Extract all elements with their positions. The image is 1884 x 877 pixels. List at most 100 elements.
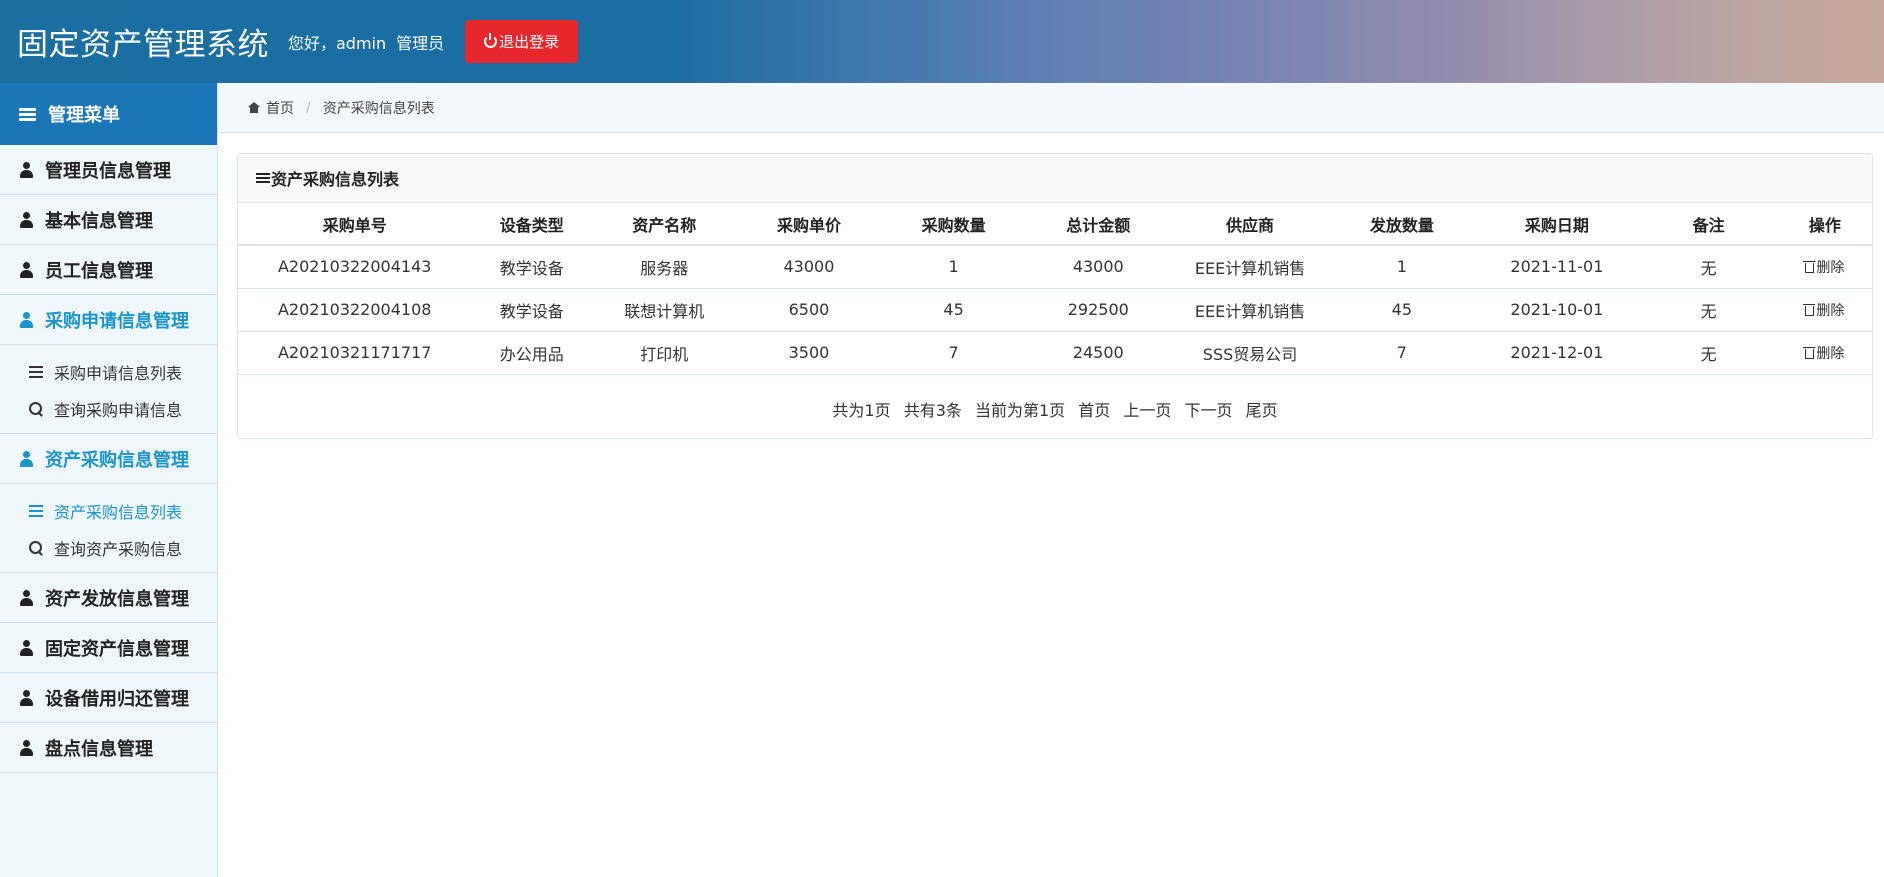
table-cell: 43000 [736,245,882,289]
pager-next-link[interactable]: 下一页 [1184,401,1232,420]
table-cell: 7 [1329,331,1475,375]
menu-header: 管理菜单 [0,83,217,145]
menu-title: 管理菜单 [48,105,120,126]
table-cell: 打印机 [591,331,737,375]
sidebar-item-asset-issue[interactable]: 资产发放信息管理 [0,573,217,623]
logout-label: 退出登录 [499,33,560,51]
home-icon [248,102,260,113]
table-cell: 45 [1329,288,1475,332]
table-cell: 1 [1329,245,1475,289]
pagination: 共为1页 共有3条 当前为第1页 首页 上一页 下一页 尾页 [238,397,1872,421]
table-cell: EEE计算机销售 [1170,245,1330,289]
submenu-item-purchase-list[interactable]: 资产采购信息列表 [0,492,217,529]
table-cell: 教学设备 [471,288,592,332]
column-header: 总计金额 [1025,203,1171,246]
table-cell: 24500 [1025,331,1171,375]
list-icon [29,504,43,517]
pager-current-page: 当前为第1页 [974,400,1066,420]
table-cell: 教学设备 [471,245,592,289]
table-cell: 45 [881,288,1026,332]
delete-button[interactable]: 删除 [1803,302,1845,319]
delete-label: 删除 [1816,345,1845,362]
sidebar-item-inventory[interactable]: 盘点信息管理 [0,723,217,773]
breadcrumb: 首页 / 资产采购信息列表 [218,83,1884,133]
column-header: 操作 [1777,203,1872,246]
trash-icon [1803,303,1816,316]
column-header: 采购单号 [238,203,472,246]
sidebar-item-label: 采购申请信息管理 [45,310,189,332]
sidebar-item-label: 设备借用归还管理 [45,688,189,710]
sidebar-item-purchase-request[interactable]: 采购申请信息管理 [0,295,217,345]
action-cell: 删除 [1777,245,1872,289]
user-role: 管理员 [396,33,445,53]
table-cell: 6500 [736,288,882,332]
app-title: 固定资产管理系统 [17,27,269,63]
breadcrumb-separator: / [306,99,311,116]
table-cell: 2021-10-01 [1474,288,1640,332]
submenu-item-label: 查询采购申请信息 [54,400,183,420]
submenu-item-request-search[interactable]: 查询采购申请信息 [0,390,217,427]
user-icon [20,161,33,178]
table-header-row: 采购单号 设备类型 资产名称 采购单价 采购数量 总计金额 供应商 发放数量 采… [238,203,1872,246]
submenu-item-label: 资产采购信息列表 [54,502,183,522]
logout-button[interactable]: 退出登录 [465,20,579,63]
list-icon [29,365,43,378]
pager-last-link[interactable]: 尾页 [1246,401,1278,420]
table-cell: 无 [1639,288,1778,332]
table-cell: 2021-12-01 [1474,331,1640,375]
submenu-item-label: 查询资产采购信息 [54,539,183,559]
user-greeting: 您好，admin 管理员 [288,30,444,54]
column-header: 采购数量 [881,203,1026,246]
table-cell: SSS贸易公司 [1170,331,1330,375]
table-cell: 无 [1639,245,1778,289]
table-cell: 292500 [1025,288,1171,332]
submenu-asset-purchase: 资产采购信息列表 查询资产采购信息 [0,484,217,573]
pager-first-link[interactable]: 首页 [1078,401,1110,420]
list-icon [256,172,270,184]
sidebar-item-employee[interactable]: 员工信息管理 [0,245,217,295]
sidebar-item-label: 固定资产信息管理 [45,638,189,660]
user-icon [20,739,33,756]
table-cell: 3500 [736,331,882,375]
purchase-list-panel: 资产采购信息列表 采购单号 设备类型 资产名称 采购单价 采购数量 总计金额 供… [237,153,1873,439]
sidebar-item-asset-purchase[interactable]: 资产采购信息管理 [0,434,217,484]
delete-label: 删除 [1816,302,1845,319]
sidebar: 管理菜单 管理员信息管理 基本信息管理 员工信息管理 采购申请信息管理 采购申请… [0,83,218,877]
user-icon [20,450,33,467]
table-cell: A20210321171717 [238,331,472,375]
sidebar-item-label: 管理员信息管理 [45,160,171,182]
user-icon [20,689,33,706]
breadcrumb-home[interactable]: 首页 [266,98,294,118]
table-cell: 办公用品 [471,331,592,375]
table-row: A20210322004143 教学设备 服务器 43000 1 43000 E… [238,245,1872,289]
table-cell: 7 [881,331,1026,375]
delete-button[interactable]: 删除 [1803,260,1844,276]
purchase-table: 采购单号 设备类型 资产名称 采购单价 采购数量 总计金额 供应商 发放数量 采… [238,203,1872,375]
sidebar-item-admin[interactable]: 管理员信息管理 [0,145,217,195]
sidebar-item-basic-info[interactable]: 基本信息管理 [0,195,217,245]
sidebar-item-fixed-asset[interactable]: 固定资产信息管理 [0,623,217,673]
search-icon [29,401,43,415]
pager-prev-link[interactable]: 上一页 [1123,401,1171,420]
search-icon [29,540,43,554]
user-icon [20,589,33,606]
greeting-text: 您好，admin [288,33,387,53]
table-cell: EEE计算机销售 [1170,288,1330,332]
panel-heading: 资产采购信息列表 [238,154,1872,203]
top-header: 固定资产管理系统 您好，admin 管理员 退出登录 [0,0,1884,83]
pager-total-items: 共有3条 [903,400,962,420]
user-icon [20,311,33,328]
submenu-item-request-list[interactable]: 采购申请信息列表 [0,353,217,390]
delete-button[interactable]: 删除 [1803,345,1845,362]
sidebar-item-equipment-borrow[interactable]: 设备借用归还管理 [0,673,217,723]
table-row: A20210321171717 办公用品 打印机 3500 7 24500 SS… [238,331,1872,375]
table-cell: 服务器 [591,245,737,289]
column-header: 设备类型 [471,203,592,246]
sidebar-item-label: 资产采购信息管理 [45,449,189,471]
trash-icon [1803,346,1816,359]
table-cell: 43000 [1025,245,1171,289]
action-cell: 删除 [1777,331,1872,375]
submenu-item-purchase-search[interactable]: 查询资产采购信息 [0,529,217,566]
table-cell: A20210322004108 [238,288,472,332]
user-icon [20,211,33,228]
